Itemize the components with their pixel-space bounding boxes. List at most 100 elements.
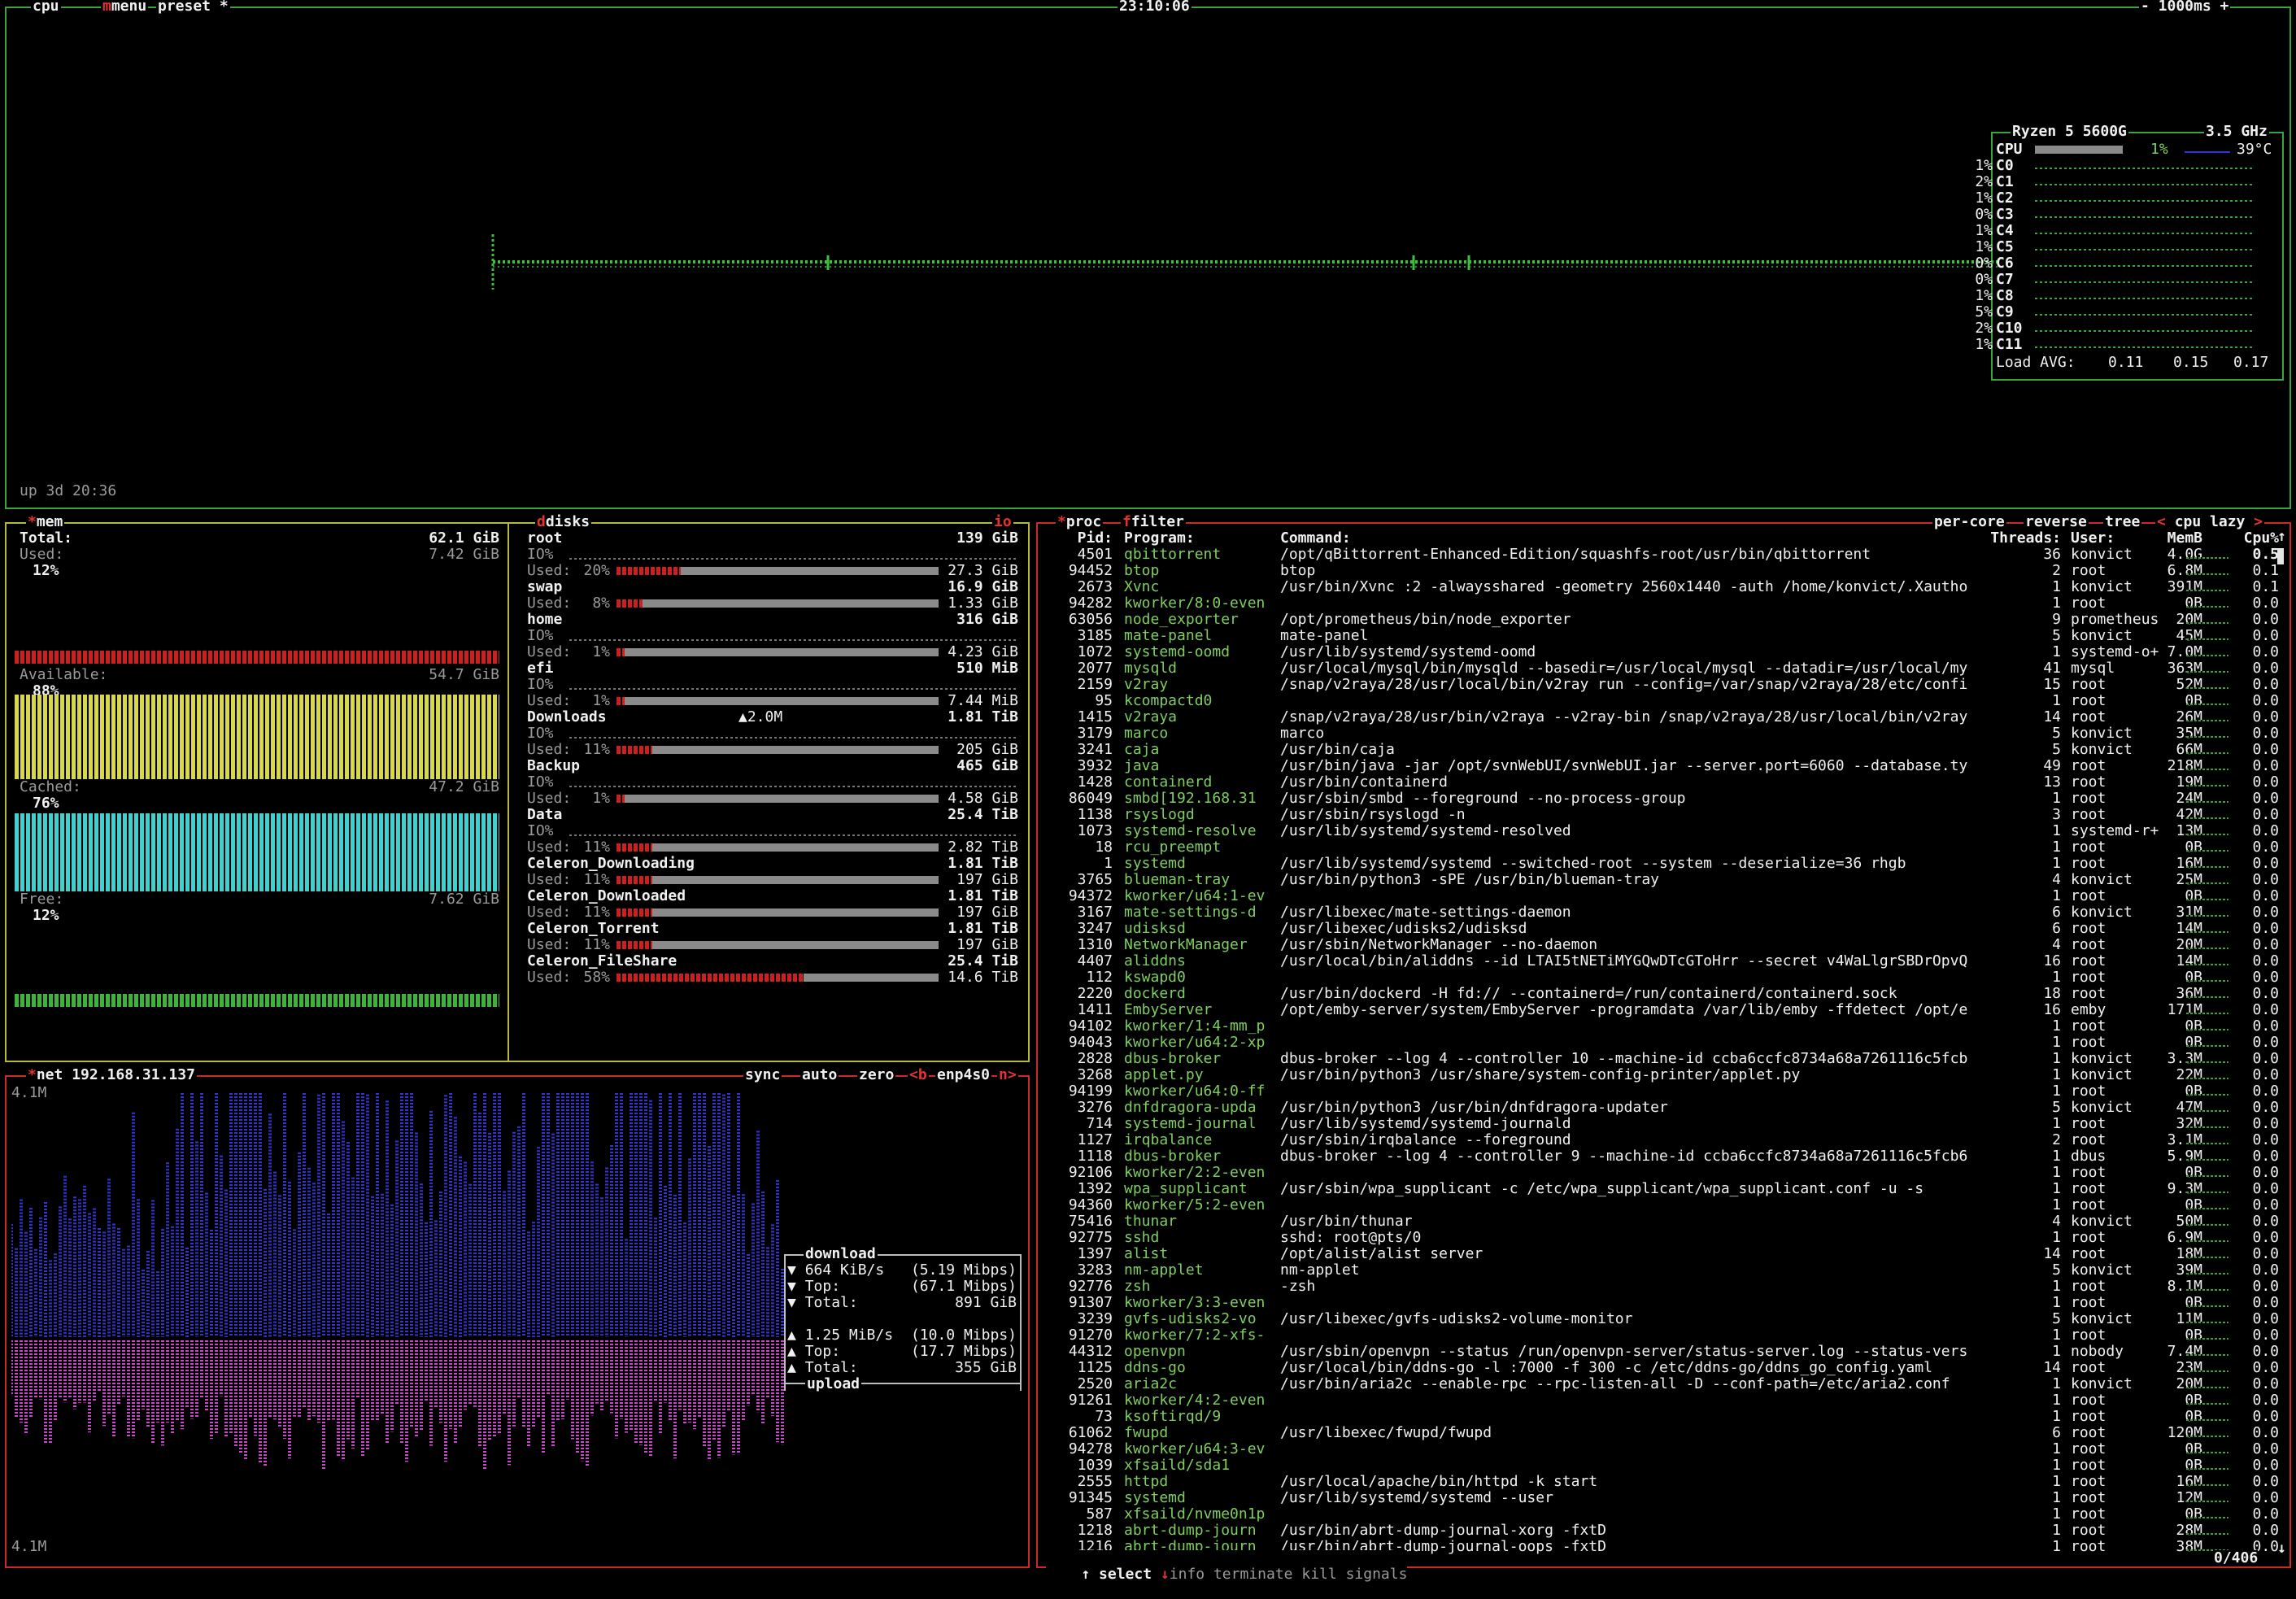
net-prev-iface[interactable]: <b — [908, 1067, 929, 1083]
per-core-label[interactable]: per-core — [1934, 513, 2005, 530]
net-sync-toggle[interactable]: sync — [743, 1067, 782, 1083]
proc-row[interactable]: 2673 Xvnc/usr/bin/Xvnc :2 -alwaysshared -… — [1044, 579, 2281, 595]
proc-tab[interactable]: *proc — [1056, 513, 1104, 530]
scroll-up-icon[interactable]: ↑ — [2277, 529, 2286, 545]
mem-tab-label[interactable]: mem — [37, 513, 63, 530]
interval-control[interactable]: - 1000ms + — [2139, 0, 2231, 15]
select-label[interactable]: select — [1099, 1566, 1152, 1583]
per-core-toggle[interactable]: per-core — [1932, 514, 2006, 530]
mem-tab[interactable]: *mem — [26, 513, 65, 530]
preset-label[interactable]: preset — [158, 0, 211, 15]
proc-tab-label[interactable]: proc — [1066, 513, 1101, 530]
proc-row[interactable]: 94282 kworker/8:0-even 1 root 0B 0.0 — [1044, 595, 2281, 612]
proc-filter[interactable]: ffilter — [1121, 514, 1186, 530]
net-auto-toggle[interactable]: auto — [800, 1067, 839, 1083]
proc-row[interactable]: 94043 kworker/u64:2-xp 1 root 0B 0.0 — [1044, 1035, 2281, 1051]
select-down-icon[interactable]: ↓ — [1161, 1566, 1170, 1583]
proc-row[interactable]: 112 kswapd0 1 root 0B 0.0 — [1044, 969, 2281, 986]
proc-row[interactable]: 44312 openvpn/usr/sbin/openvpn --status /… — [1044, 1344, 2281, 1360]
proc-row[interactable]: 3167 mate-settings-d/usr/libexec/mate-set… — [1044, 904, 2281, 921]
proc-row[interactable]: 1392 wpa_supplicant/usr/sbin/wpa_supplica… — [1044, 1181, 2281, 1197]
proc-row[interactable]: 1127 irqbalance/usr/sbin/irqbalance --for… — [1044, 1132, 2281, 1148]
proc-row[interactable]: 1411 EmbyServer/opt/emby-server/system/Em… — [1044, 1002, 2281, 1018]
net-zero-toggle[interactable]: zero — [857, 1066, 896, 1083]
menu-label[interactable]: menu — [111, 0, 146, 15]
sort-next-icon[interactable]: > — [2254, 513, 2263, 530]
proc-col-pid[interactable]: Pid: — [1044, 530, 1113, 547]
proc-row[interactable]: 2159 v2ray/snap/v2raya/28/usr/local/bin/v… — [1044, 677, 2281, 693]
proc-row[interactable]: 1118 dbus-broker dbus-broker --log 4 --con… — [1044, 1148, 2281, 1165]
proc-row[interactable]: 1039 xfsaild/sda1 1 root 0B 0.0 — [1044, 1457, 2281, 1474]
proc-row[interactable]: 94452 btop btop 2 root 6.8M 0.1 — [1044, 563, 2281, 579]
net-auto-label[interactable]: auto — [802, 1066, 837, 1083]
proc-row[interactable]: 63056 node_exporter/opt/prometheus/bin/no… — [1044, 612, 2281, 628]
proc-row[interactable]: 1125 ddns-go/usr/local/bin/ddns-go -l :70… — [1044, 1360, 2281, 1376]
proc-row[interactable]: 2828 dbus-broker dbus-broker --log 4 --con… — [1044, 1051, 2281, 1067]
proc-row[interactable]: 3179 marco marco 5 konvict 35M 0.0 — [1044, 725, 2281, 742]
net-next-label[interactable]: n> — [999, 1066, 1017, 1083]
proc-row[interactable]: 1072 systemd-oomd/usr/lib/systemd/systemd… — [1044, 644, 2281, 660]
proc-scrollbar[interactable] — [2277, 548, 2284, 564]
proc-row[interactable]: 714 systemd-journal/usr/lib/systemd/syste… — [1044, 1116, 2281, 1132]
proc-row[interactable]: 95 kcompactd0 1 root 0B 0.0 — [1044, 693, 2281, 709]
preset-button[interactable]: preset * — [156, 0, 230, 15]
proc-row[interactable]: 91270 kworker/7:2-xfs- 1 root 0B 0.0 — [1044, 1327, 2281, 1344]
disks-tab-label[interactable]: disks — [546, 513, 590, 530]
menu-button[interactable]: mmenu — [101, 0, 149, 15]
proc-row[interactable]: 3932 java/usr/bin/java -jar /opt/svnWebUI… — [1044, 758, 2281, 774]
proc-row[interactable]: 18 rcu_preempt 1 root 0B 0.0 — [1044, 839, 2281, 856]
reverse-toggle[interactable]: reverse — [2024, 514, 2089, 530]
proc-row[interactable]: 1138 rsyslogd/usr/sbin/rsyslogd -n 3 root 42… — [1044, 807, 2281, 823]
proc-row[interactable]: 94360 kworker/5:2-even 1 root 0B 0.0 — [1044, 1197, 2281, 1213]
sort-selector[interactable]: < cpu lazy > — [2155, 513, 2265, 530]
cpu-tab-label[interactable]: cpu — [33, 0, 59, 15]
proc-filter-label[interactable]: filter — [1131, 513, 1184, 530]
proc-row[interactable]: 86049 smbd[192.168.31/usr/sbin/smbd --for… — [1044, 791, 2281, 807]
sort-prev-icon[interactable]: < — [2157, 513, 2166, 530]
proc-row[interactable]: 2555 httpd/usr/local/apache/bin/httpd -k … — [1044, 1474, 2281, 1490]
proc-row[interactable]: 2220 dockerd/usr/bin/dockerd -H fd:// --c… — [1044, 986, 2281, 1002]
proc-row[interactable]: 94372 kworker/u64:1-ev 1 root 0B 0.0 — [1044, 888, 2281, 904]
proc-row[interactable]: 94278 kworker/u64:3-ev 1 root 0B 0.0 — [1044, 1441, 2281, 1457]
proc-row[interactable]: 1310 NetworkManager/usr/sbin/NetworkManag… — [1044, 937, 2281, 953]
tree-label[interactable]: tree — [2105, 513, 2140, 530]
proc-row[interactable]: 2077 mysqld/usr/local/mysql/bin/mysqld --… — [1044, 660, 2281, 677]
proc-row[interactable]: 2520 aria2c/usr/bin/aria2c --enable-rpc -… — [1044, 1376, 2281, 1392]
proc-col-program[interactable]: Program: — [1124, 530, 1270, 547]
disks-io-toggle-label[interactable]: io — [994, 513, 1012, 530]
proc-row[interactable]: 73 ksoftirqd/9 1 root 0B 0.0 — [1044, 1409, 2281, 1425]
proc-row[interactable]: 1218 abrt-dump-journ/usr/bin/abrt-dump-jo… — [1044, 1523, 2281, 1539]
proc-col-cpu[interactable]: Cpu% — [2240, 530, 2279, 547]
proc-row[interactable]: 1073 systemd-resolve/usr/lib/systemd/syst… — [1044, 823, 2281, 839]
disks-io-toggle[interactable]: io — [992, 514, 1013, 530]
signals-label[interactable]: signals — [1346, 1566, 1408, 1583]
proc-row[interactable]: 61062 fwupd/usr/libexec/fwupd/fwupd 6 root 1… — [1044, 1425, 2281, 1441]
proc-row[interactable]: 4407 aliddns/usr/local/bin/aliddns --id L… — [1044, 953, 2281, 969]
proc-col-command[interactable]: Command: — [1280, 530, 1980, 547]
net-sync-label[interactable]: sync — [745, 1066, 780, 1083]
proc-row[interactable]: 1415 v2raya/snap/v2raya/28/usr/bin/v2raya… — [1044, 709, 2281, 725]
proc-row[interactable]: 94102 kworker/1:4-mm_p 1 root 0B 0.0 — [1044, 1018, 2281, 1035]
proc-row[interactable]: 3268 applet.py/usr/bin/python3 /usr/share… — [1044, 1067, 2281, 1083]
proc-row[interactable]: 75416 thunar/usr/bin/thunar 4 konvict 50M 0.0 — [1044, 1213, 2281, 1230]
proc-row[interactable]: 587 xfsaild/nvme0n1p 1 root 0B 0.0 — [1044, 1506, 2281, 1523]
proc-row[interactable]: 92106 kworker/2:2-even 1 root 0B 0.0 — [1044, 1165, 2281, 1181]
scroll-down-icon[interactable]: ↓ — [2277, 1540, 2286, 1557]
proc-row[interactable]: 3283 nm-applet nm-applet 5 konvict 39M 0.0 — [1044, 1262, 2281, 1279]
net-tab[interactable]: *net 192.168.31.137 — [26, 1067, 197, 1083]
info-label[interactable]: info — [1170, 1566, 1205, 1583]
proc-row[interactable]: 94199 kworker/u64:0-ff 1 root 0B 0.0 — [1044, 1083, 2281, 1100]
disks-tab[interactable]: ddisks — [535, 513, 592, 530]
reverse-label[interactable]: reverse — [2025, 513, 2087, 530]
proc-row[interactable]: 3185 mate-panel mate-panel 5 konvict 45M 0.0 — [1044, 628, 2281, 644]
tree-toggle[interactable]: tree — [2103, 513, 2142, 530]
net-zero-label[interactable]: zero — [859, 1066, 894, 1083]
interval-text[interactable]: - 1000ms + — [2141, 0, 2228, 15]
cpu-tab[interactable]: cpu — [31, 0, 61, 15]
sort-label[interactable]: cpu lazy — [2175, 513, 2246, 530]
proc-row[interactable]: 3247 udisksd/usr/libexec/udisks2/udisksd 6… — [1044, 921, 2281, 937]
proc-row[interactable]: 92775 sshd sshd: root@pts/0 1 root 6.9M 0.0 — [1044, 1230, 2281, 1246]
proc-row[interactable]: 3241 caja/usr/bin/caja 5 konvict 66M 0.0 — [1044, 742, 2281, 758]
proc-row[interactable]: 3276 dnfdragora-upda/usr/bin/python3 /usr… — [1044, 1100, 2281, 1116]
select-up-icon[interactable]: ↑ — [1081, 1566, 1090, 1583]
